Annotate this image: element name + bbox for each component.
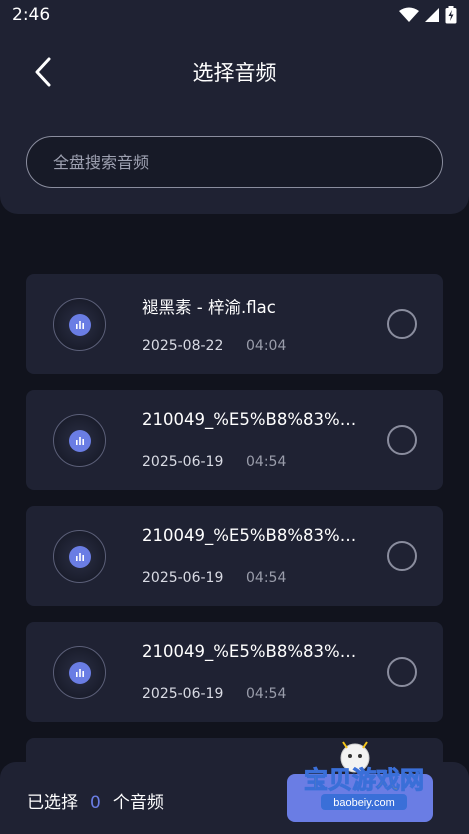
battery-icon	[445, 6, 457, 28]
audio-list-item[interactable]: 褪黑素 - 梓渝.flac 2025-08-22 04:04	[26, 274, 443, 374]
audio-list-item[interactable]: 210049_%E5%B8%83%E... 2025-06-19 04:54	[26, 390, 443, 490]
audio-disc-icon	[53, 298, 106, 351]
file-duration: 04:54	[246, 686, 287, 702]
signal-icon	[424, 7, 440, 27]
watermark-title: 宝贝游戏网	[304, 766, 424, 794]
file-date: 2025-06-19	[142, 686, 224, 702]
audio-disc-icon	[53, 646, 106, 699]
select-radio[interactable]	[387, 425, 417, 455]
page-title: 选择音频	[192, 61, 277, 85]
audio-disc-icon	[53, 530, 106, 583]
watermark-logo: 宝贝游戏网 baobeiy.com	[304, 741, 425, 810]
selected-summary: 已选择 0 个音频	[27, 788, 164, 813]
audio-disc-icon	[53, 414, 106, 467]
status-icons	[399, 6, 457, 28]
file-duration: 04:54	[246, 454, 287, 470]
selected-count: 0	[90, 793, 101, 813]
select-radio[interactable]	[387, 541, 417, 571]
file-name: 210049_%E5%B8%83%E...	[142, 410, 362, 429]
select-radio[interactable]	[387, 657, 417, 687]
file-date: 2025-08-22	[142, 338, 224, 354]
audio-file-list: 褪黑素 - 梓渝.flac 2025-08-22 04:04 210049_%E…	[26, 274, 443, 738]
audio-list-item[interactable]: 210049_%E5%B8%83%E... 2025-06-19 04:54	[26, 622, 443, 722]
file-name: 褪黑素 - 梓渝.flac	[142, 298, 276, 317]
select-radio[interactable]	[387, 309, 417, 339]
file-name: 210049_%E5%B8%83%E...	[142, 642, 362, 661]
file-duration: 04:54	[246, 570, 287, 586]
audio-list-item[interactable]: 210049_%E5%B8%83%E... 2025-06-19 04:54	[26, 506, 443, 606]
watermark-url: baobeiy.com	[333, 797, 395, 809]
status-time: 2:46	[12, 5, 51, 25]
file-duration: 04:04	[246, 338, 287, 354]
file-date: 2025-06-19	[142, 454, 224, 470]
search-input[interactable]	[53, 152, 413, 172]
wifi-icon	[399, 7, 419, 27]
header: 选择音频	[0, 32, 469, 214]
status-bar: 2:46	[0, 0, 469, 32]
selected-suffix: 个音频	[112, 793, 164, 813]
selected-prefix: 已选择	[27, 793, 78, 813]
file-name: 210049_%E5%B8%83%E...	[142, 526, 362, 545]
search-box[interactable]	[26, 136, 443, 188]
file-date: 2025-06-19	[142, 570, 224, 586]
